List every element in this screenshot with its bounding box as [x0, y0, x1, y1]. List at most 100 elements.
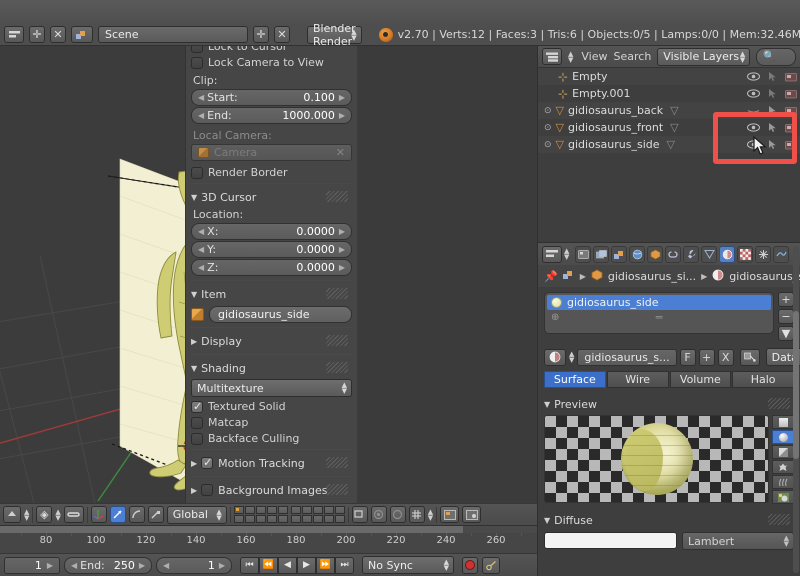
next-keyframe-button[interactable]: ⏩ [316, 556, 335, 574]
layer-cell[interactable] [277, 506, 288, 514]
expand-toggle-icon[interactable]: ⊙ [544, 123, 552, 133]
unlink-icon[interactable]: ✕ [336, 146, 345, 159]
scene-layers-group-2[interactable] [290, 506, 345, 523]
editor-type-icon[interactable] [3, 506, 21, 523]
layer-cell[interactable] [323, 515, 334, 523]
layer-cell[interactable] [301, 506, 312, 514]
add-scene-button[interactable]: ✛ [253, 26, 269, 43]
matcap-row[interactable]: Matcap [191, 416, 352, 429]
scene-browse-icon[interactable] [71, 26, 93, 43]
layer-cell[interactable] [233, 506, 244, 514]
outliner-row-empty[interactable]: ⊹ Empty [538, 68, 800, 85]
outliner-row-gidiosaurus-back[interactable]: ⊙ ▽ gidiosaurus_back ▽ [538, 102, 800, 119]
layer-cell[interactable] [255, 515, 266, 523]
manipulator-toggle-icon[interactable] [90, 506, 107, 523]
translate-manipulator-icon[interactable] [109, 506, 126, 523]
layer-cell[interactable] [323, 506, 334, 514]
shading-panel-header[interactable]: ▼ Shading [191, 359, 352, 377]
lock-object-modes-icon[interactable] [351, 506, 368, 523]
unlink-material-button[interactable]: X [717, 348, 734, 366]
breadcrumb-object-label[interactable]: gidiosaurus_si... [608, 270, 696, 283]
visibility-eye-closed-icon[interactable] [747, 105, 760, 116]
decrement-icon[interactable]: ◀ [198, 263, 204, 272]
visibility-eye-icon[interactable] [747, 71, 760, 82]
play-button[interactable]: ▶ [297, 556, 316, 574]
item-panel-header[interactable]: ▼ Item [191, 285, 352, 303]
remove-material-slot-button[interactable]: − [778, 309, 794, 324]
layer-cell[interactable] [301, 515, 312, 523]
material-type-tab-wire[interactable]: Wire [606, 371, 669, 388]
play-reverse-button[interactable]: ◀ [278, 556, 297, 574]
layer-cell[interactable] [233, 515, 244, 523]
delete-screen-button[interactable]: ✕ [50, 26, 66, 43]
selectability-cursor-icon[interactable] [767, 139, 778, 150]
increment-icon[interactable]: ▶ [339, 111, 345, 120]
item-name-field[interactable]: gidiosaurus_side [209, 306, 352, 323]
layer-cell[interactable] [334, 515, 345, 523]
outliner-row-gidiosaurus-front[interactable]: ⊙ ▽ gidiosaurus_front ▽ [538, 119, 800, 136]
increment-icon[interactable]: ▶ [339, 245, 345, 254]
layer-cell[interactable] [312, 515, 323, 523]
rotate-manipulator-icon[interactable] [128, 506, 145, 523]
view-properties-panel[interactable]: Lock to Cursor Lock Camera to View Clip:… [185, 46, 357, 503]
properties-tab-material[interactable] [719, 245, 736, 263]
properties-tab-data[interactable] [701, 245, 718, 263]
layer-cell[interactable] [255, 506, 266, 514]
properties-tab-object[interactable] [647, 245, 664, 263]
background-images-panel-header[interactable]: ▶ Background Images [191, 481, 352, 499]
timeline-scrollbar-thumb[interactable] [0, 526, 463, 533]
render-border-row[interactable]: Render Border [191, 166, 352, 179]
decrement-icon[interactable]: ◀ [163, 561, 169, 570]
increment-icon[interactable]: ▶ [47, 561, 53, 570]
properties-tab-render[interactable] [575, 245, 592, 263]
material-type-tab-halo[interactable]: Halo [732, 371, 794, 388]
lock-camera-to-view-checkbox[interactable] [191, 56, 203, 69]
cursor-x-field[interactable]: ◀ X: 0.0000 ▶ [191, 223, 352, 240]
frame-field[interactable]: ◀ 1 ▶ [156, 556, 232, 574]
lock-camera-to-view-row[interactable]: Lock Camera to View [191, 56, 352, 69]
current-frame-field[interactable]: 1 ▶ [4, 556, 60, 574]
render-border-checkbox[interactable] [191, 166, 203, 179]
layer-cell[interactable] [266, 515, 277, 523]
properties-tab-world[interactable] [629, 245, 646, 263]
mesh-child-icon[interactable]: ▽ [670, 121, 678, 134]
decrement-icon[interactable]: ◀ [198, 111, 204, 120]
outliner-search-input[interactable]: 🔍 [756, 47, 796, 66]
pivot-point-icon[interactable]: ◈ [36, 506, 53, 523]
background-images-checkbox[interactable] [201, 484, 214, 496]
material-slot-row[interactable]: gidiosaurus_side [547, 295, 771, 310]
diffuse-panel-header[interactable]: ▼ Diffuse [544, 511, 794, 529]
timeline-scrollbar-track[interactable] [0, 526, 537, 533]
material-preview-render[interactable] [544, 415, 769, 503]
clip-end-field[interactable]: ◀ End: 1000.000 ▶ [191, 107, 352, 124]
motion-tracking-checkbox[interactable] [201, 456, 214, 469]
renderability-camera-icon[interactable] [785, 106, 797, 116]
properties-tab-scene[interactable] [611, 245, 628, 263]
timeline-editor[interactable]: 80 100 120 140 160 180 200 220 240 260 [0, 525, 537, 553]
magnet-snap-icon[interactable] [63, 506, 84, 523]
properties-tab-texture[interactable] [737, 245, 754, 263]
jump-to-start-button[interactable]: ⏮ [240, 556, 259, 574]
preview-plane-icon[interactable] [772, 415, 794, 429]
decrement-icon[interactable]: ◀ [198, 227, 204, 236]
expand-toggle-icon[interactable]: ⊙ [544, 140, 552, 150]
preview-sphere-sky-icon[interactable] [772, 490, 794, 504]
increment-icon[interactable]: ▶ [139, 561, 145, 570]
transform-orientation-dropdown[interactable]: Global ▲ ▼ [166, 505, 227, 524]
material-type-tab-volume[interactable]: Volume [669, 371, 732, 388]
preview-cube-icon[interactable] [772, 445, 794, 459]
visibility-eye-icon[interactable] [747, 88, 760, 99]
snap-target-icon[interactable] [408, 506, 425, 523]
jump-to-end-button[interactable]: ⏭ [335, 556, 354, 574]
preview-monkey-icon[interactable] [772, 460, 794, 474]
backface-culling-checkbox[interactable] [191, 432, 203, 445]
new-material-button[interactable]: + [698, 348, 715, 366]
3d-cursor-panel-header[interactable]: ▼ 3D Cursor [191, 188, 352, 206]
display-mode-dropdown[interactable]: Visible Layers ▲ ▼ [657, 47, 751, 66]
renderability-camera-icon[interactable] [785, 72, 797, 82]
motion-tracking-panel-header[interactable]: ▶ Motion Tracking [191, 454, 352, 472]
diffuse-color-swatch[interactable] [544, 532, 677, 549]
clip-start-field[interactable]: ◀ Start: 0.100 ▶ [191, 89, 352, 106]
render-final-icon[interactable] [462, 506, 482, 523]
delete-scene-button[interactable]: ✕ [274, 26, 290, 43]
